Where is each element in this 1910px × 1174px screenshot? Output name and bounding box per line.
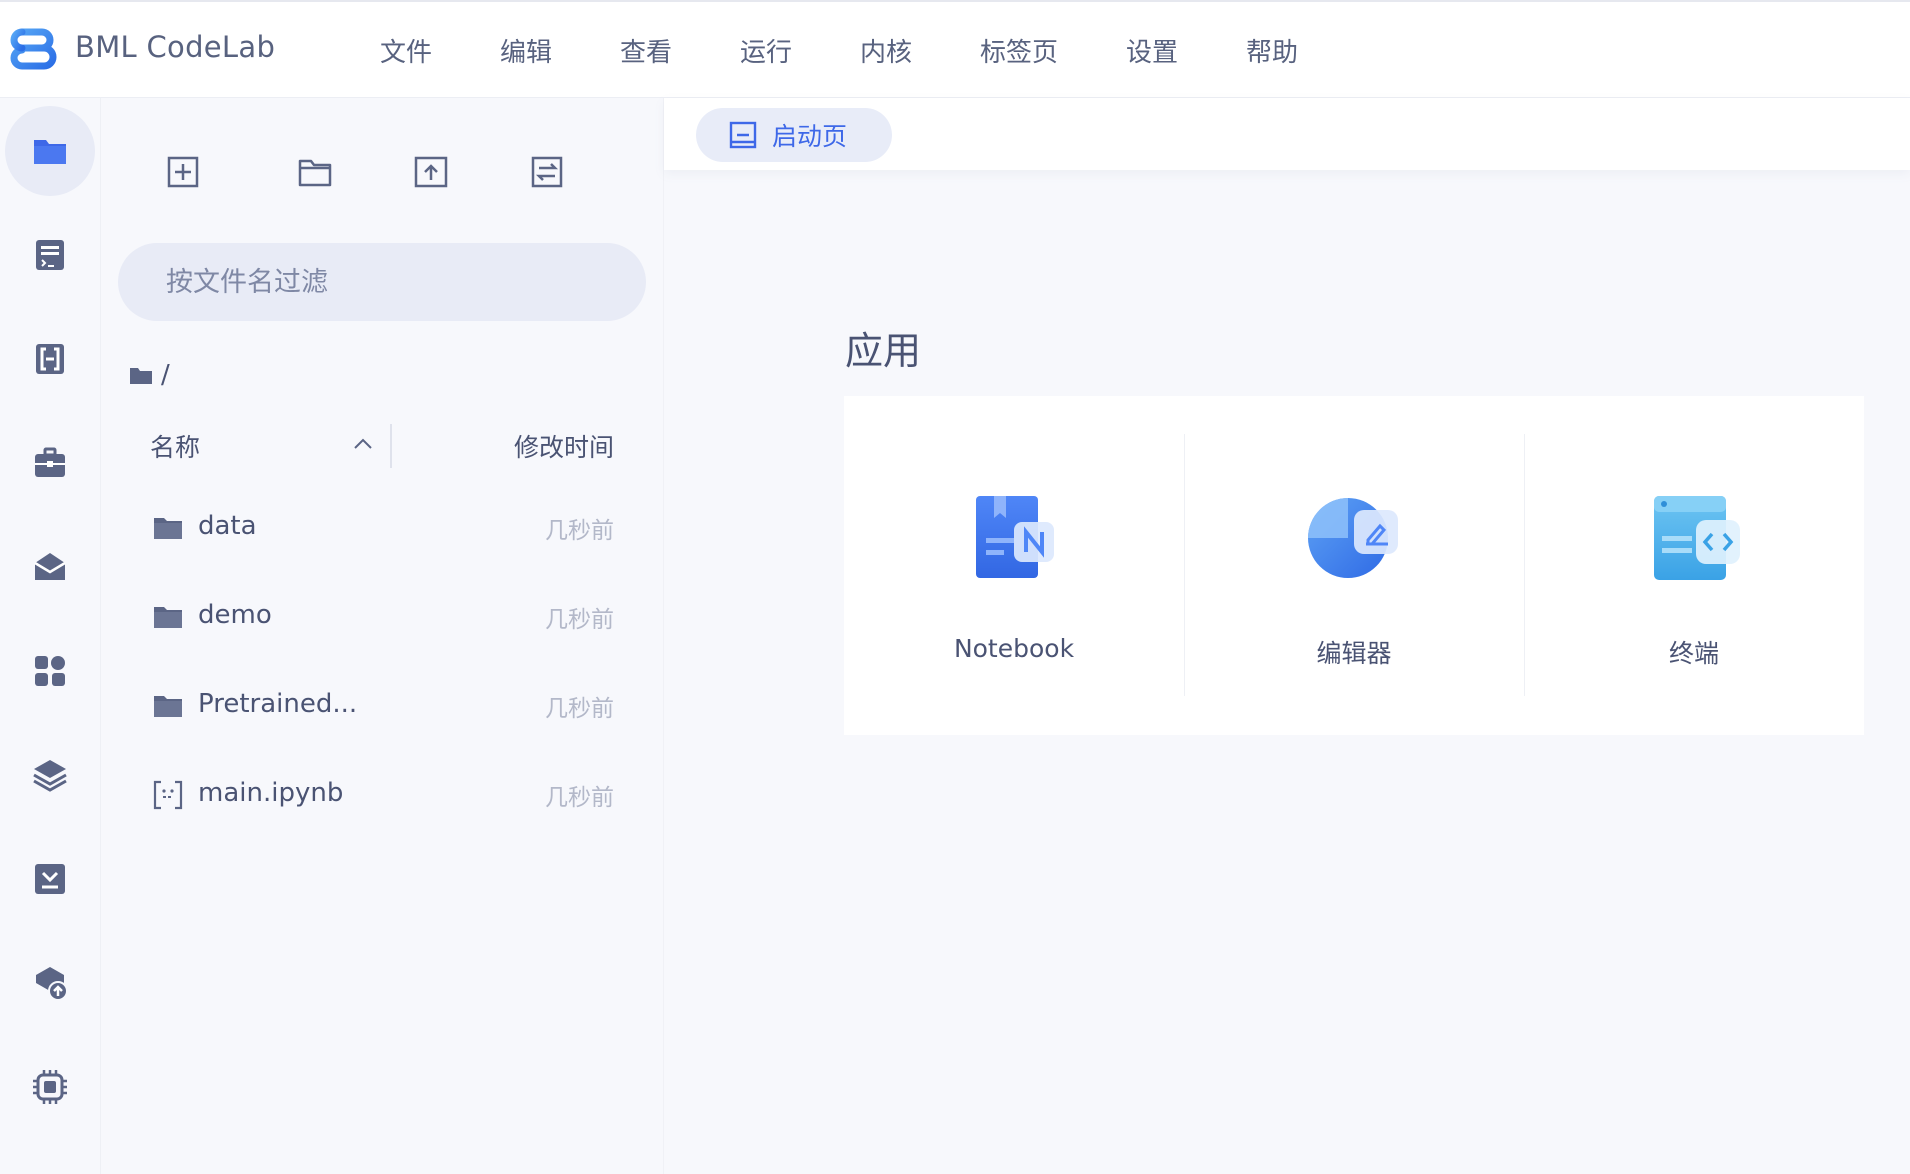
activity-toolbox[interactable] <box>5 418 95 508</box>
refresh-button[interactable] <box>525 150 569 194</box>
notebook-file-icon <box>153 780 183 810</box>
menu-bar: 文件 编辑 查看 运行 内核 标签页 设置 帮助 <box>380 32 1366 69</box>
new-folder-icon <box>298 159 332 187</box>
file-filter-input[interactable] <box>118 243 646 321</box>
folder-icon <box>154 518 182 539</box>
notebook-icon <box>976 496 1054 578</box>
tab-launcher[interactable]: 启动页 <box>696 108 892 162</box>
chip-icon <box>33 1070 67 1104</box>
launcher-card-terminal[interactable]: 终端 <box>1524 396 1864 735</box>
activity-mail[interactable] <box>5 522 95 612</box>
file-row-main-ipynb[interactable]: main.ipynb 几秒前 <box>101 760 664 832</box>
activity-deploy[interactable] <box>5 938 95 1028</box>
folder-icon <box>34 140 66 164</box>
column-modified-header[interactable]: 修改时间 <box>514 428 614 464</box>
menu-view[interactable]: 查看 <box>620 32 740 69</box>
top-menu-bar: BML CodeLab 文件 编辑 查看 运行 内核 标签页 设置 帮助 <box>0 0 1910 98</box>
file-modified: 几秒前 <box>545 607 614 633</box>
file-name: demo <box>198 600 272 630</box>
launcher-cards: Notebook 编辑器 终端 <box>844 396 1864 735</box>
file-name: data <box>198 511 257 541</box>
activity-apps[interactable] <box>5 626 95 716</box>
file-modified: 几秒前 <box>545 785 614 811</box>
activity-layers[interactable] <box>5 730 95 820</box>
upload-button[interactable] <box>409 150 453 194</box>
file-row-data[interactable]: data 几秒前 <box>101 493 664 565</box>
code-file-icon <box>36 240 64 270</box>
menu-settings[interactable]: 设置 <box>1126 32 1246 69</box>
activity-resources[interactable] <box>5 1042 95 1132</box>
download-icon <box>35 864 65 894</box>
apps-grid-icon <box>35 656 65 686</box>
activity-bracket[interactable] <box>5 314 95 404</box>
menu-run[interactable]: 运行 <box>740 32 860 69</box>
launcher-tab-icon <box>729 121 757 149</box>
chevron-up-icon[interactable] <box>351 432 375 456</box>
bml-logo-icon <box>10 28 57 70</box>
file-row-pretrained[interactable]: Pretrained... 几秒前 <box>101 671 664 743</box>
refresh-icon <box>531 156 563 188</box>
column-divider[interactable] <box>390 424 392 468</box>
activity-file-browser[interactable] <box>5 106 95 196</box>
launcher-card-editor[interactable]: 编辑器 <box>1184 396 1524 735</box>
folder-icon <box>154 696 182 717</box>
file-modified: 几秒前 <box>545 518 614 544</box>
new-launcher-icon <box>167 156 199 188</box>
activity-bar <box>0 98 101 1174</box>
tab-bar: 启动页 <box>664 98 1910 170</box>
folder-icon <box>130 368 152 384</box>
card-label: 编辑器 <box>1316 639 1392 668</box>
column-name-header[interactable]: 名称 <box>150 428 200 464</box>
open-mail-icon <box>34 553 66 580</box>
toolbox-icon <box>35 447 65 477</box>
menu-file[interactable]: 文件 <box>380 32 500 69</box>
cloud-upload-icon <box>36 967 68 1001</box>
upload-icon <box>414 156 448 188</box>
editor-icon <box>1308 498 1398 578</box>
file-browser-panel: / 名称 修改时间 data 几秒前 demo 几秒前 Pretrained..… <box>101 98 664 1174</box>
activity-code[interactable] <box>5 210 95 300</box>
menu-kernel[interactable]: 内核 <box>860 32 980 69</box>
file-name: Pretrained... <box>198 689 358 719</box>
menu-edit[interactable]: 编辑 <box>500 32 620 69</box>
file-name: main.ipynb <box>198 778 344 808</box>
launcher-card-notebook[interactable]: Notebook <box>844 396 1184 735</box>
file-list-header: 名称 修改时间 <box>101 416 664 476</box>
breadcrumb-path: / <box>161 360 170 390</box>
file-modified: 几秒前 <box>545 696 614 722</box>
folder-icon <box>154 607 182 628</box>
section-title: 应用 <box>845 329 922 373</box>
new-folder-button[interactable] <box>293 150 337 194</box>
menu-help[interactable]: 帮助 <box>1246 32 1366 69</box>
new-launcher-button[interactable] <box>161 150 205 194</box>
terminal-icon <box>1654 496 1740 580</box>
card-label: 终端 <box>1668 639 1719 668</box>
bracket-icon <box>36 344 64 374</box>
app-title: BML CodeLab <box>75 30 276 64</box>
card-label: Notebook <box>953 634 1075 663</box>
breadcrumb[interactable]: / <box>129 360 170 390</box>
file-row-demo[interactable]: demo 几秒前 <box>101 582 664 654</box>
menu-tabs[interactable]: 标签页 <box>980 32 1126 69</box>
tab-label: 启动页 <box>772 122 848 151</box>
layers-icon <box>33 760 67 792</box>
activity-download[interactable] <box>5 834 95 924</box>
